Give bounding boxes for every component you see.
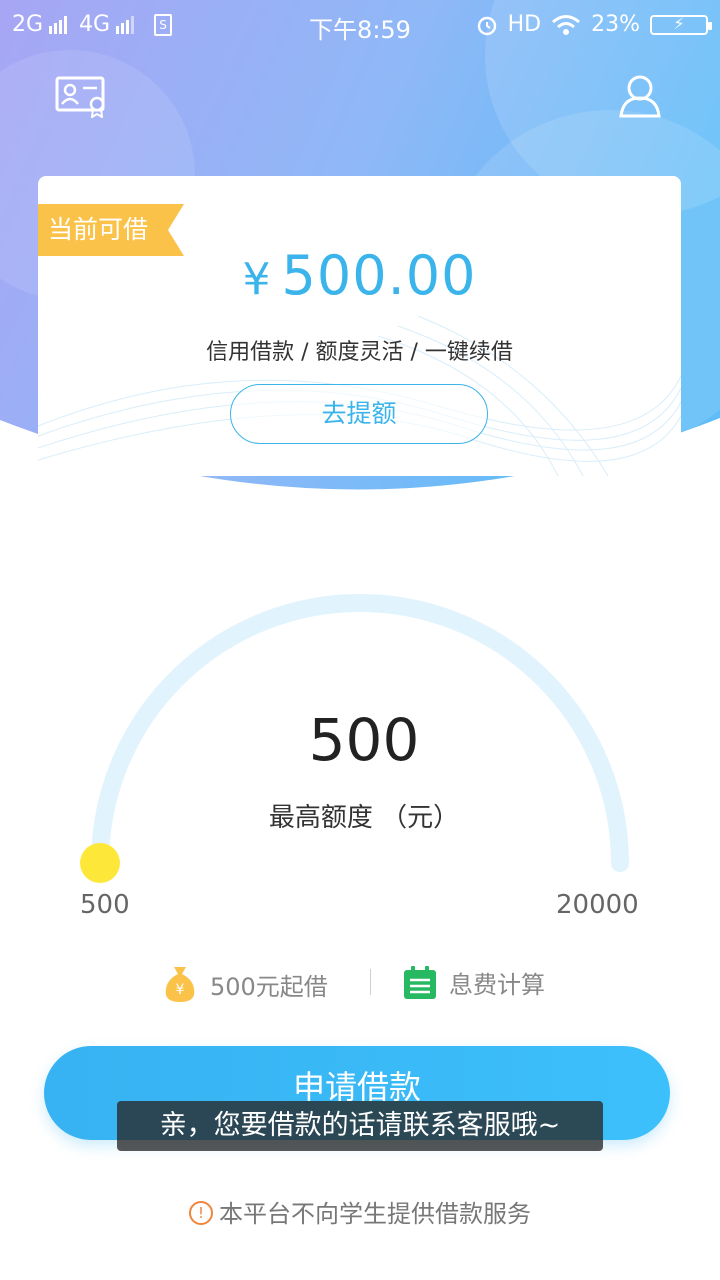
card-subtitle: 信用借款 / 额度灵活 / 一键续借 <box>206 340 513 365</box>
toast-message: 亲，您要借款的话请联系客服哦~ <box>117 1101 603 1151</box>
available-amount: ¥500.00 <box>38 244 681 307</box>
hd-label: HD <box>507 12 542 37</box>
available-credit-card: 当前可借 ¥500.00 信用借款 / 额度灵活 / 一键续借 去提额 <box>38 176 681 476</box>
bag-yen-mark: ¥ <box>176 982 185 998</box>
interest-calc-item[interactable]: 息费计算 <box>403 965 545 1000</box>
warning-icon: ! <box>189 1201 213 1225</box>
calendar-icon <box>404 965 436 999</box>
min-borrow-item: ¥ 500元起借 <box>162 965 328 1003</box>
gauge-value: 500 <box>308 706 420 774</box>
gauge-min-label: 500 <box>80 890 130 920</box>
raise-limit-button[interactable]: 去提额 <box>230 384 488 444</box>
status-bar: 2G 4G S 下午8:59 HD 23% ⚡ <box>0 0 720 50</box>
gauge-max-label: 20000 <box>556 890 639 920</box>
gauge-slider-knob[interactable] <box>80 843 120 883</box>
alarm-icon <box>477 16 496 35</box>
id-card-icon[interactable] <box>55 76 107 122</box>
battery-percent: 23% <box>591 12 640 37</box>
wifi-icon <box>552 14 581 35</box>
student-notice: ! 本平台不向学生提供借款服务 <box>0 1194 720 1229</box>
info-row: ¥ 500元起借 息费计算 <box>0 965 720 1015</box>
battery-icon: ⚡ <box>650 14 712 35</box>
currency-symbol: ¥ <box>242 254 272 305</box>
money-bag-icon: ¥ <box>165 967 195 1002</box>
status-right: HD 23% ⚡ <box>476 12 712 37</box>
notice-text: 本平台不向学生提供借款服务 <box>219 1200 531 1228</box>
user-icon[interactable] <box>619 74 661 122</box>
info-divider <box>370 969 371 995</box>
gauge-label: 最高额度 （元） <box>268 803 460 833</box>
interest-calc-text: 息费计算 <box>449 971 545 999</box>
amount-value: 500.00 <box>281 244 477 307</box>
min-borrow-text: 500元起借 <box>210 972 328 1001</box>
